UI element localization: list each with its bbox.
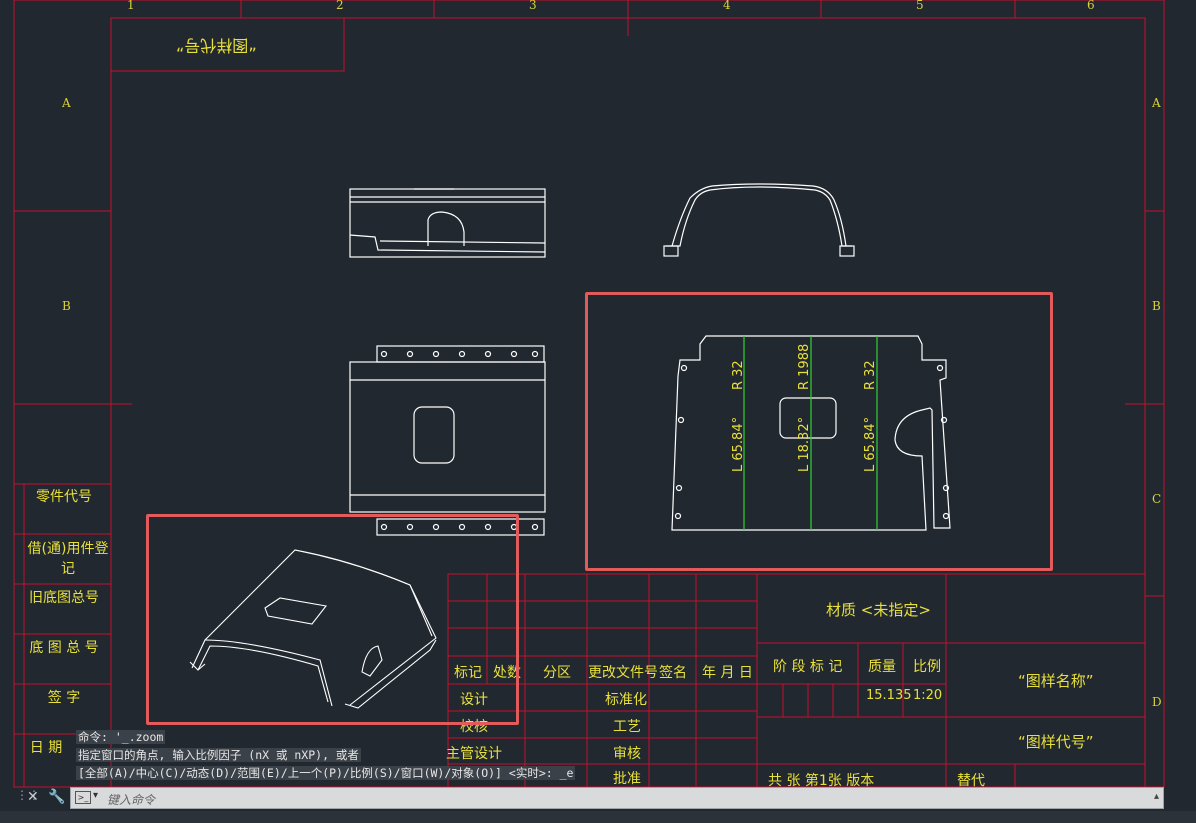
col-number: 3 <box>529 0 537 12</box>
command-placeholder: 键入命令 <box>107 793 156 807</box>
drawing-name: “图样名称” <box>1018 672 1094 690</box>
tb-header: 更改文件号 <box>588 665 658 681</box>
row-letter: D <box>1152 695 1162 709</box>
scale-value: 1:20 <box>913 688 943 703</box>
status-strip <box>0 811 1196 823</box>
plan-view <box>349 345 546 536</box>
col-number: 1 <box>127 0 135 12</box>
command-bar: ⋮⋮ ✕ 🔧 >_ ▾ 键入命令 ▴ <box>0 787 1196 811</box>
command-line: [全部(A)/中心(C)/动态(D)/范围(E)/上一个(P)/比例(S)/窗口… <box>76 766 576 780</box>
tb-row: 标准化 <box>605 692 647 708</box>
tb-row: 审核 <box>613 746 641 762</box>
side-label: 签 字 <box>47 690 81 706</box>
col-number: 6 <box>1087 0 1095 12</box>
side-label: 借(通)用件登记 <box>27 541 109 577</box>
drawing-code-box-text: “图样代号” <box>176 36 257 55</box>
drawing-code: “图样代号” <box>1018 733 1094 751</box>
col-number: 4 <box>723 0 731 12</box>
col-number: 5 <box>916 0 924 12</box>
row-letter: A <box>62 96 71 110</box>
scale-label: 比例 <box>913 659 941 675</box>
side-label: 旧底图总号 <box>29 590 99 606</box>
command-line: 指定窗口的角点, 输入比例因子 (nX 或 nXP), 或者 <box>76 748 361 762</box>
close-icon[interactable]: ✕ <box>27 789 39 805</box>
row-letter: C <box>1152 492 1162 506</box>
highlight-flat-pattern <box>585 292 1053 571</box>
row-letter: A <box>1152 96 1161 110</box>
tb-row: 工艺 <box>613 719 641 735</box>
side-view <box>349 188 546 258</box>
tb-row: 批准 <box>613 771 641 787</box>
side-label: 底 图 总 号 <box>29 640 99 656</box>
row-letter: B <box>1152 299 1161 313</box>
material-label: 材质 <未指定> <box>826 601 931 619</box>
tb-header: 年 月 日 <box>702 665 753 681</box>
row-letter: B <box>62 299 71 313</box>
command-input[interactable]: >_ ▾ 键入命令 ▴ <box>70 787 1164 809</box>
command-history: 命令: '_.zoom 指定窗口的角点, 输入比例因子 (nX 或 nXP), … <box>76 728 576 782</box>
side-label: 零件代号 <box>36 489 92 505</box>
drag-grip-icon[interactable]: ⋮⋮ <box>16 789 40 807</box>
tb-header: 签名 <box>659 665 687 681</box>
command-prompt-icon[interactable]: >_ <box>75 791 91 804</box>
command-line: 命令: '_.zoom <box>76 730 166 744</box>
wrench-icon[interactable]: 🔧 <box>48 789 65 805</box>
highlight-iso-view <box>146 514 519 725</box>
front-view <box>663 183 855 257</box>
tb-header: 分区 <box>543 665 571 681</box>
col-number: 2 <box>336 0 344 12</box>
chevron-up-icon[interactable]: ▴ <box>1154 791 1159 802</box>
chevron-down-icon[interactable]: ▾ <box>93 790 98 801</box>
stage-label: 阶 段 标 记 <box>773 659 843 675</box>
weight-value: 15.135 <box>866 688 912 703</box>
weight-label: 质量 <box>868 659 896 675</box>
